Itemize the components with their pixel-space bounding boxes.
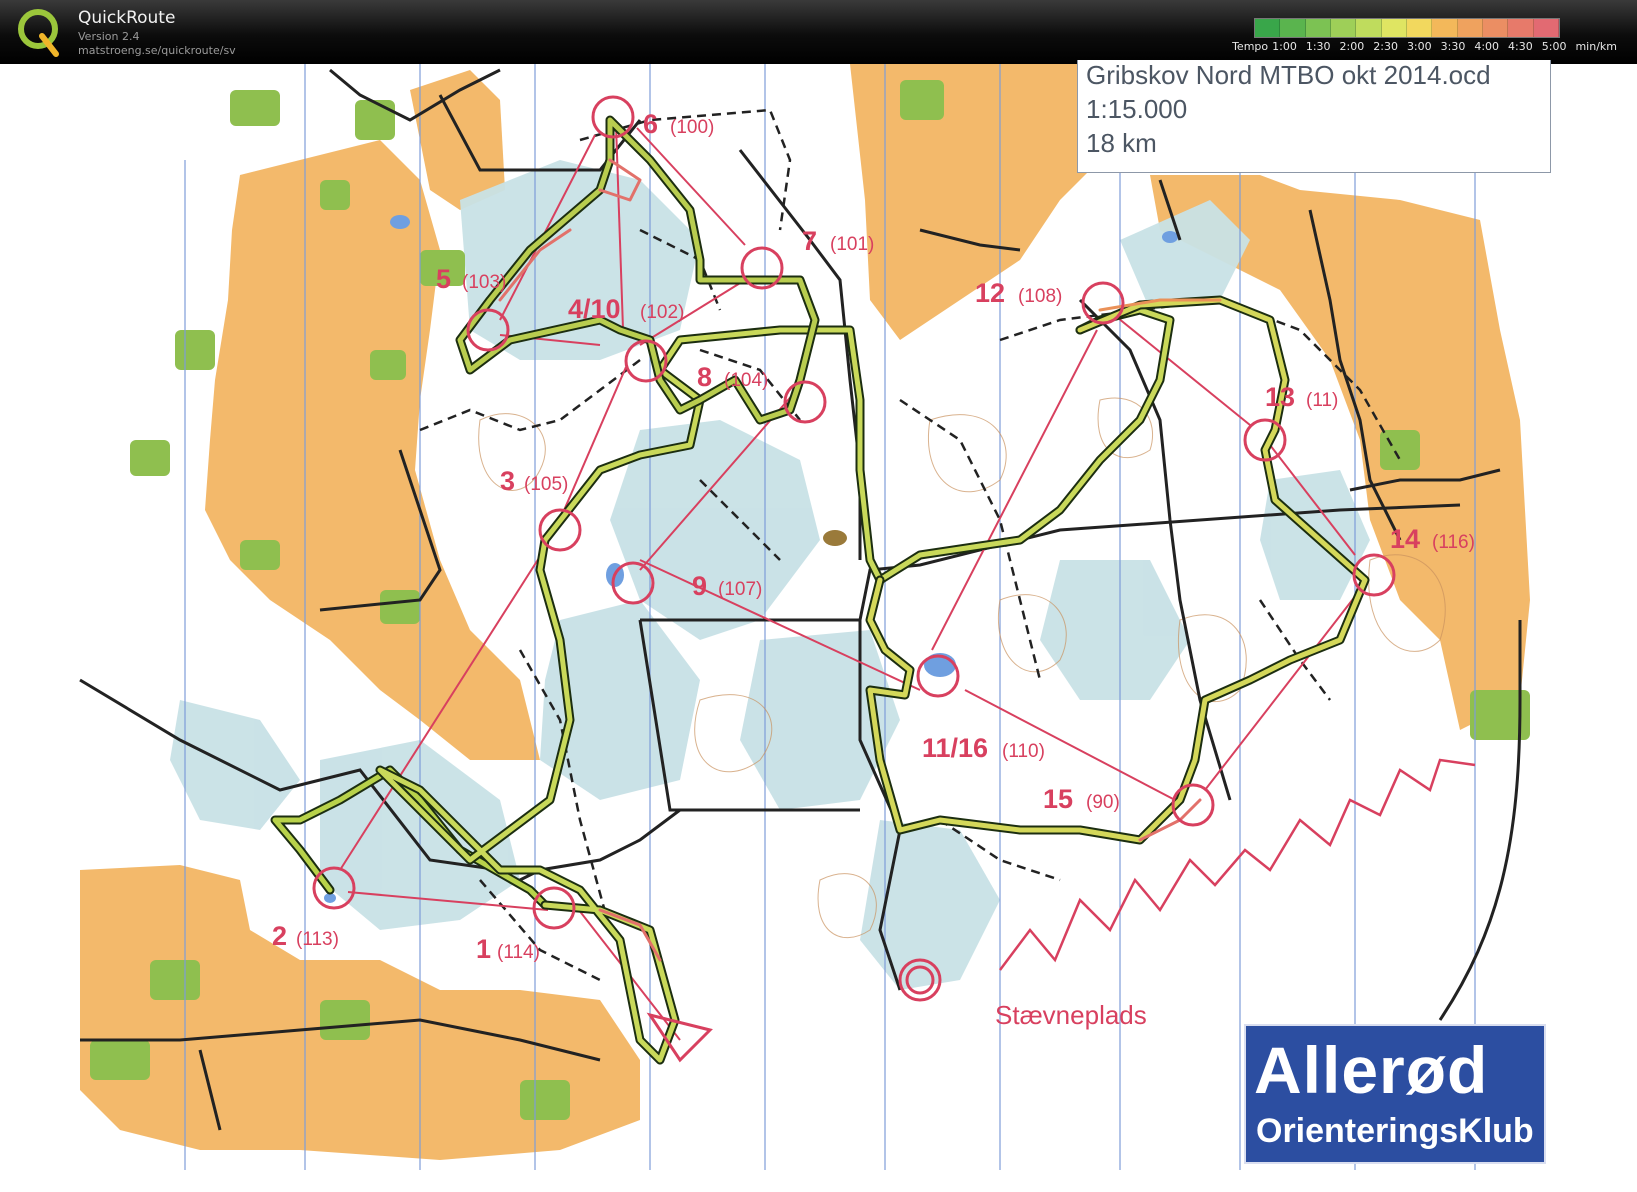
tempo-tick: 4:30 [1508, 40, 1533, 53]
control-code: (110) [1002, 741, 1045, 762]
tempo-tick: 1:00 [1272, 40, 1297, 53]
map-filename: Gribskov Nord MTBO okt 2014.ocd [1086, 60, 1491, 90]
control-label: 5 [436, 264, 451, 294]
control-label: 12 [975, 278, 1005, 308]
tempo-color-scale [1254, 18, 1560, 38]
control-code: (107) [718, 579, 762, 600]
control-code: (114) [497, 942, 540, 963]
tempo-swatch [1356, 19, 1382, 37]
tempo-swatch [1533, 19, 1559, 37]
control-label: 14 [1390, 524, 1420, 554]
control-code: (102) [640, 302, 684, 323]
control-label: 1 [476, 934, 491, 964]
tempo-swatch [1255, 19, 1281, 37]
control-code: (104) [724, 370, 768, 391]
control-code: (116) [1432, 532, 1475, 553]
map-info-box: Gribskov Nord MTBO okt 2014.ocd 1:15.000… [1077, 60, 1551, 173]
tempo-swatch [1280, 19, 1306, 37]
control-code: (90) [1086, 792, 1120, 813]
club-subtitle: OrienteringsKlub [1256, 1112, 1534, 1150]
tempo-unit: min/km [1575, 40, 1617, 53]
control-label: 11/16 [922, 733, 988, 763]
tempo-tick: 1:30 [1305, 40, 1331, 53]
control-code: (11) [1306, 390, 1338, 411]
tempo-swatch [1406, 19, 1433, 37]
tempo-tick: 4:00 [1474, 40, 1500, 53]
control-label: 15 [1043, 784, 1073, 814]
control-label: 13 [1265, 382, 1295, 412]
tempo-tick: 2:30 [1373, 40, 1398, 53]
app-version: Version 2.4 [78, 30, 140, 43]
control-label: 8 [697, 362, 712, 392]
control-code: (101) [830, 234, 874, 255]
tempo-tick: 5:00 [1541, 40, 1567, 53]
tempo-label: Tempo [1232, 40, 1269, 53]
control-label: 6 [643, 109, 658, 139]
app-header: QuickRoute Version 2.4 matstroeng.se/qui… [0, 0, 1637, 64]
tempo-legend-labels: Tempo 1:00 1:30 2:00 2:30 3:00 3:30 4:00… [1232, 40, 1617, 53]
app-url: matstroeng.se/quickroute/sv [78, 44, 236, 57]
tempo-tick: 3:30 [1440, 40, 1466, 53]
control-label: 7 [802, 226, 817, 256]
control-code: (103) [462, 272, 506, 293]
orienteering-map[interactable]: 1 (114) 2 (113) 3 (105) 4/10 (102) 5 (10… [0, 64, 1637, 1192]
control-label: 4/10 [568, 294, 621, 324]
control-code: (100) [670, 117, 714, 138]
control-label: 2 [272, 921, 287, 951]
map-distance: 18 km [1086, 128, 1157, 158]
club-name: Allerød [1254, 1033, 1489, 1107]
map-scale: 1:15.000 [1086, 94, 1188, 124]
control-code: (105) [524, 474, 568, 495]
tempo-swatch [1457, 19, 1483, 37]
start-finish-label: Stævneplads [995, 1000, 1147, 1030]
tempo-swatch [1432, 19, 1458, 37]
app-title: QuickRoute [78, 8, 176, 28]
tempo-tick: 3:00 [1406, 40, 1432, 53]
tempo-swatch [1381, 19, 1407, 37]
control-code: (108) [1018, 286, 1062, 307]
tempo-tick: 2:00 [1339, 40, 1365, 53]
control-label: 9 [692, 571, 707, 601]
control-label: 3 [500, 466, 515, 496]
tempo-swatch [1330, 19, 1357, 37]
control-code: (113) [296, 929, 339, 950]
tempo-swatch [1305, 19, 1331, 37]
tempo-swatch [1508, 19, 1534, 37]
quickroute-logo-icon [18, 9, 59, 57]
club-logo: Allerød OrienteringsKlub [1244, 1024, 1546, 1164]
tempo-swatch [1482, 19, 1509, 37]
